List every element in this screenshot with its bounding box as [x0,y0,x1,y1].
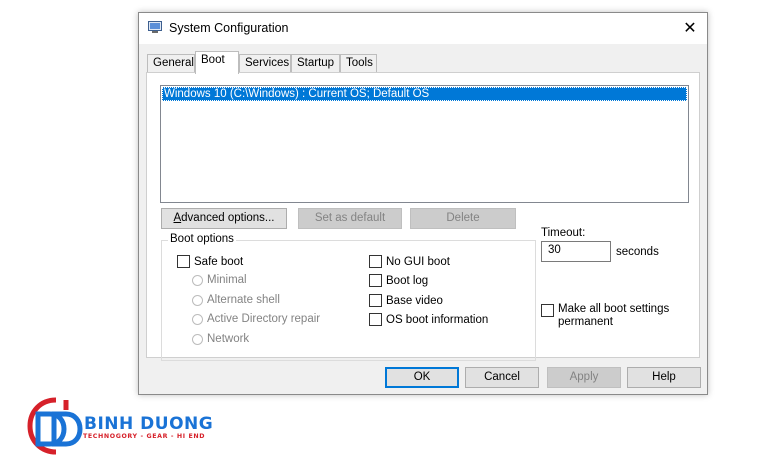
radio-circle [192,274,203,286]
cancel-button[interactable]: Cancel [465,367,539,388]
window-title: System Configuration [169,21,289,35]
timeout-label: Timeout: [541,227,586,239]
radio-minimal-label: Minimal [207,274,247,286]
safe-boot-checkbox[interactable]: Safe boot [177,255,243,268]
checkbox-box [177,255,190,268]
advanced-options-button[interactable]: Advanced options... [161,208,287,229]
msconfig-app-icon [148,21,162,33]
timeout-unit-label: seconds [616,246,659,258]
tab-boot[interactable]: Boot [195,51,239,74]
no-gui-boot-label: No GUI boot [386,255,450,268]
make-permanent-checkbox[interactable]: Make all boot settings permanent [541,303,669,329]
delete-button[interactable]: Delete [410,208,516,229]
boot-log-label: Boot log [386,274,429,287]
os-boot-information-label: OS boot information [386,313,489,326]
os-boot-information-checkbox[interactable]: OS boot information [369,313,488,326]
binh-duong-watermark-logo: BINH DUONG TECHNOGORY - GEAR - HI END [26,396,236,458]
tab-general[interactable]: General [147,54,195,72]
boot-log-checkbox[interactable]: Boot log [369,274,428,287]
system-configuration-window: System Configuration ✕ General Boot Serv… [138,12,708,395]
boot-tab-panel: Windows 10 (C:\Windows) : Current OS; De… [146,72,700,361]
boot-entries-list[interactable]: Windows 10 (C:\Windows) : Current OS; De… [160,85,689,203]
tab-tools[interactable]: Tools [340,54,377,72]
no-gui-boot-checkbox[interactable]: No GUI boot [369,255,450,268]
logo-title: BINH DUONG [84,414,214,434]
logo-subtitle: TECHNOGORY - GEAR - HI END [83,433,206,440]
timeout-input[interactable]: 30 [541,241,611,262]
ok-button[interactable]: OK [385,367,459,388]
boot-options-legend: Boot options [168,233,236,245]
radio-network[interactable]: Network [192,333,249,345]
checkbox-box [369,255,382,268]
help-button[interactable]: Help [627,367,701,388]
apply-button[interactable]: Apply [547,367,621,388]
radio-alternate-shell[interactable]: Alternate shell [192,294,280,306]
radio-circle [192,313,203,325]
tab-services[interactable]: Services [239,54,291,72]
safe-boot-label: Safe boot [194,255,244,268]
radio-ad-repair-label: Active Directory repair [207,313,321,325]
checkbox-box [369,313,382,326]
checkbox-box [369,294,382,307]
base-video-label: Base video [386,294,443,307]
checkbox-box [369,274,382,287]
radio-circle [192,294,203,306]
close-button[interactable]: ✕ [673,13,707,43]
make-permanent-label: Make all boot settings permanent [558,303,669,329]
close-icon: ✕ [683,20,697,37]
bd-logo-icon [27,397,83,455]
make-permanent-label-line1: Make all boot settings [558,303,670,315]
title-bar[interactable]: System Configuration ✕ [139,13,707,44]
checkbox-box [541,304,554,317]
make-permanent-label-line2: permanent [558,316,613,328]
radio-minimal[interactable]: Minimal [192,274,247,286]
radio-circle [192,333,203,345]
set-as-default-button[interactable]: Set as default [298,208,402,229]
radio-network-label: Network [207,333,250,345]
boot-options-group: Boot options Safe boot Minimal Alternate… [161,233,536,361]
radio-alternate-shell-label: Alternate shell [207,294,280,306]
tab-startup[interactable]: Startup [291,54,340,72]
radio-active-directory-repair[interactable]: Active Directory repair [192,313,320,325]
base-video-checkbox[interactable]: Base video [369,294,443,307]
boot-entry-windows-10[interactable]: Windows 10 (C:\Windows) : Current OS; De… [162,87,687,101]
